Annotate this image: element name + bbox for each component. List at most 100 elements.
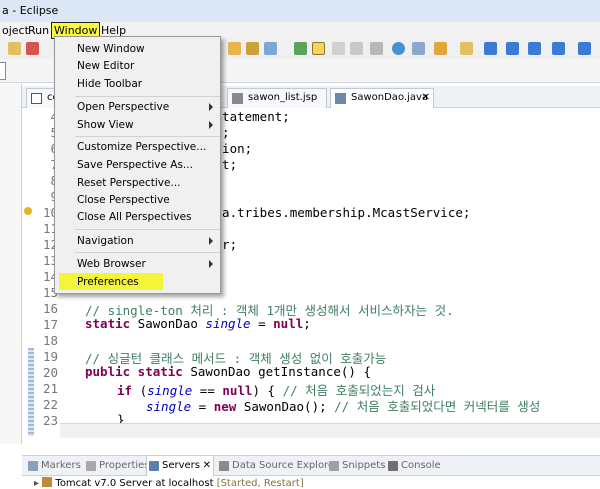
java-file-icon	[335, 93, 346, 104]
menu-item-hide-toolbar[interactable]: Hide Toolbar	[77, 76, 142, 92]
jsp-file-icon	[232, 93, 243, 104]
toolbar-back-icon[interactable]	[460, 42, 473, 55]
toolbar-next-annotation-icon[interactable]	[294, 42, 307, 55]
markers-icon	[28, 461, 38, 471]
menu-separator	[75, 96, 220, 97]
menu-separator	[75, 136, 220, 137]
toolbar-nav-forward-icon[interactable]	[506, 42, 519, 55]
tab-properties[interactable]: Properties	[84, 456, 150, 476]
code-line-10: ina.tribes.membership.McastService;	[207, 205, 471, 220]
keyword: null	[273, 316, 304, 331]
toolbar-pilcrow-icon[interactable]	[370, 42, 383, 55]
toolbar-pause-icon[interactable]	[8, 42, 21, 55]
tab-sawon-list[interactable]: sawon_list.jsp	[227, 88, 327, 108]
submenu-arrow-icon	[209, 103, 213, 111]
line-number: 19	[42, 349, 58, 364]
bottom-panel-tabs: Markers Properties Servers ✕ Data Source …	[22, 455, 600, 476]
tab-label: Data Source Explorer	[232, 460, 339, 471]
code-line-20: public static SawonDao getInstance() {	[85, 364, 371, 379]
menu-item-close-perspective[interactable]: Close Perspective	[77, 192, 170, 208]
toolbar-forward-icon[interactable]	[528, 42, 541, 55]
tab-label: Servers	[162, 460, 201, 471]
horizontal-scrollbar[interactable]	[60, 423, 600, 438]
menu-item-customize-perspective[interactable]: Customize Perspective...	[77, 139, 206, 155]
tab-label: Snippets	[342, 460, 386, 471]
toolbar-block-select-icon[interactable]	[332, 42, 345, 55]
menu-item-show-view[interactable]: Show View	[77, 117, 134, 133]
menu-item-navigation[interactable]: Navigation	[77, 233, 134, 249]
toolbar-combo[interactable]	[0, 62, 6, 80]
toolbar-globe-icon[interactable]	[392, 42, 405, 55]
warning-icon[interactable]	[24, 207, 32, 215]
line-number: 17	[42, 317, 58, 332]
menu-run[interactable]: Run	[26, 22, 51, 39]
line-number: 22	[42, 397, 58, 412]
tab-snippets[interactable]: Snippets	[327, 456, 385, 476]
tab-label: SawonDao.java	[351, 92, 429, 103]
server-status: [Started, Restart]	[216, 478, 304, 489]
line-number: 21	[42, 381, 58, 396]
line-number: 23	[42, 413, 58, 428]
menu-item-open-perspective[interactable]: Open Perspective	[77, 99, 169, 115]
tab-console[interactable]: Console	[386, 456, 441, 476]
toolbar-nav-back-icon[interactable]	[484, 42, 497, 55]
menu-item-reset-perspective[interactable]: Reset Perspective...	[77, 175, 181, 191]
keyword: if	[117, 383, 133, 398]
tomcat-icon	[42, 477, 53, 487]
toolbar-folder-icon[interactable]	[246, 42, 259, 55]
toolbar-whitespace-icon[interactable]	[350, 42, 363, 55]
tab-markers[interactable]: Markers	[26, 456, 81, 476]
toolbar-pin-icon[interactable]	[434, 42, 447, 55]
close-icon[interactable]: ✕	[203, 456, 211, 476]
menu-item-web-browser[interactable]: Web Browser	[77, 256, 146, 272]
menu-separator	[75, 252, 220, 253]
line-number: 16	[42, 301, 58, 316]
submenu-arrow-icon	[209, 260, 213, 268]
code-text: SawonDao getInstance() {	[182, 364, 371, 379]
toolbar-search-icon[interactable]	[412, 42, 425, 55]
data-source-icon	[219, 461, 229, 471]
servers-icon	[149, 461, 159, 471]
properties-icon	[86, 461, 96, 471]
server-row[interactable]: ▸ Tomcat v7.0 Server at localhost [Start…	[34, 477, 304, 489]
line-number: 20	[42, 365, 58, 380]
code-text: =	[191, 399, 214, 414]
submenu-arrow-icon	[209, 237, 213, 245]
toolbar-mark-occurrences-icon[interactable]	[312, 42, 325, 55]
menu-item-close-all-perspectives[interactable]: Close All Perspectives	[77, 209, 192, 225]
code-line-22: single = new SawonDao(); // 처음 호출되었다면 커넥…	[146, 396, 540, 415]
toolbar-more-icon[interactable]	[578, 42, 591, 55]
toolbar-wand-icon[interactable]	[264, 42, 277, 55]
expand-arrow-icon[interactable]: ▸	[34, 478, 39, 489]
toolbar-arrow-icon[interactable]	[552, 42, 565, 55]
menu-item-new-window[interactable]: New Window	[77, 41, 145, 57]
code-text: SawonDao();	[236, 399, 335, 414]
keyword: static	[85, 316, 131, 331]
window-title: a - Eclipse	[0, 0, 600, 22]
menu-separator	[75, 229, 220, 230]
toolbar-open-icon[interactable]	[228, 42, 241, 55]
tab-label: Markers	[41, 460, 81, 471]
snippets-icon	[329, 461, 339, 471]
keyword: new	[213, 399, 237, 414]
tab-servers[interactable]: Servers ✕	[146, 456, 214, 476]
toolbar-stop-icon[interactable]	[26, 42, 39, 55]
left-panel	[0, 84, 22, 444]
menu-item-preferences[interactable]: Preferences	[77, 274, 139, 290]
line-number: 18	[42, 333, 58, 348]
tab-label: Console	[401, 460, 441, 471]
window-menu-dropdown: New Window New Editor Hide Toolbar Open …	[54, 36, 221, 294]
tab-data-source-explorer[interactable]: Data Source Explorer	[217, 456, 338, 476]
menu-item-new-editor[interactable]: New Editor	[77, 58, 134, 74]
xml-file-icon	[31, 93, 42, 104]
tab-label: sawon_list.jsp	[248, 92, 318, 103]
change-marker	[28, 348, 34, 436]
server-name: Tomcat v7.0 Server at localhost	[55, 478, 214, 489]
submenu-arrow-icon	[209, 121, 213, 129]
field: single	[146, 399, 192, 414]
code-line-17: static SawonDao single = null;	[85, 316, 311, 331]
comment: // 처음 호출되었다면 커넥터를 생성	[334, 399, 541, 414]
menu-item-save-perspective-as[interactable]: Save Perspective As...	[77, 157, 193, 173]
tab-sawondao[interactable]: SawonDao.java ✕	[330, 88, 434, 108]
close-icon[interactable]: ✕	[422, 89, 430, 107]
